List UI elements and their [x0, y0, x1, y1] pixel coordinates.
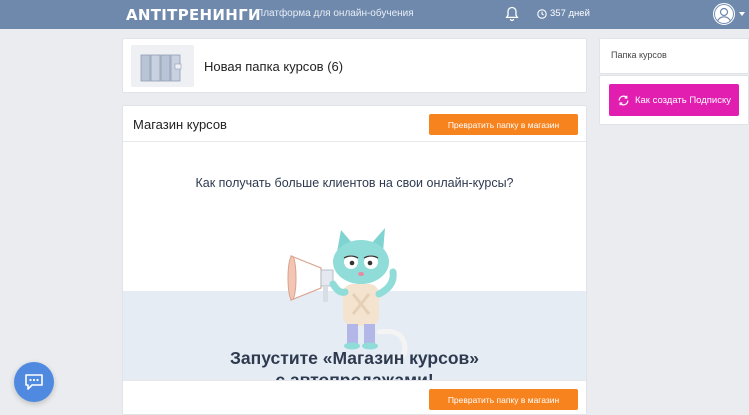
convert-folder-to-store-button[interactable]: Превратить папку в магазин [429, 114, 578, 135]
sidebar-folder-label: Папка курсов [611, 50, 667, 60]
subscription-days[interactable]: 357 дней [537, 8, 590, 19]
store-footer-bar: Превратить папку в магазин [123, 380, 586, 414]
top-navigation-bar: ANTITРЕНИНГИ Платформа для онлайн-обучен… [0, 0, 749, 29]
subscription-button-label: Как создать Подписку [634, 94, 731, 106]
how-to-create-subscription-button[interactable]: Как создать Подписку [609, 84, 739, 116]
folder-title[interactable]: Новая папка курсов (6) [204, 59, 343, 74]
user-avatar-icon[interactable] [713, 3, 735, 25]
clock-icon [537, 8, 547, 19]
tagline: Платформа для онлайн-обучения [256, 8, 414, 19]
store-title: Магазин курсов [133, 117, 227, 132]
chevron-down-icon[interactable] [739, 12, 745, 16]
course-folder-card[interactable]: Новая папка курсов (6) [122, 38, 587, 93]
days-remaining: 357 дней [550, 8, 590, 19]
chat-icon [25, 374, 43, 390]
store-header: Магазин курсов Превратить папку в магази… [123, 106, 586, 142]
sidebar-folder-card: Папка курсов [599, 38, 749, 74]
promo-headline-line1: Запустите «Магазин курсов» [229, 348, 480, 368]
subscription-refresh-icon [618, 95, 629, 105]
bell-icon[interactable] [505, 6, 519, 22]
convert-folder-to-store-button-bottom[interactable]: Превратить папку в магазин [429, 389, 578, 410]
course-store-card: Магазин курсов Превратить папку в магази… [122, 105, 587, 415]
folder-books-icon [131, 45, 194, 87]
chat-widget-button[interactable] [14, 362, 54, 402]
promo-question: Как получать больше клиентов на свои онл… [195, 176, 514, 190]
store-promo: Как получать больше клиентов на свои онл… [123, 143, 586, 414]
sidebar-subscription-card: Как создать Подписку [599, 75, 749, 125]
logo[interactable]: ANTITРЕНИНГИ [126, 6, 261, 24]
